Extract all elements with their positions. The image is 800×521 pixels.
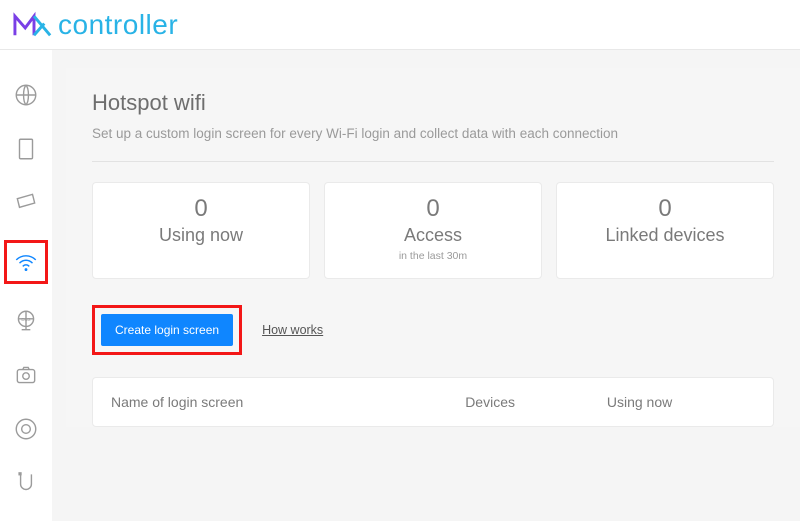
sidebar-highlight: [4, 240, 48, 284]
how-works-link[interactable]: How works: [262, 323, 323, 337]
globe-icon: [13, 82, 39, 108]
ticket-icon: [13, 190, 39, 216]
file-icon: [13, 136, 39, 162]
wifi-icon: [13, 249, 39, 275]
create-login-screen-button[interactable]: Create login screen: [101, 314, 233, 346]
stat-using-now: 0 Using now: [92, 182, 310, 279]
ubiquiti-icon: [13, 470, 39, 496]
col-name: Name of login screen: [111, 394, 465, 410]
stat-sublabel: in the last 30m: [333, 250, 533, 262]
sidebar-item-file[interactable]: [9, 132, 43, 166]
stat-label: Access: [333, 225, 533, 246]
sidebar-item-mikrotik[interactable]: [9, 412, 43, 446]
stat-linked-devices: 0 Linked devices: [556, 182, 774, 279]
camera-icon: [13, 362, 39, 388]
app-header: controller: [0, 0, 800, 50]
mikrotik-icon: [13, 416, 39, 442]
col-devices: Devices: [465, 394, 607, 410]
stat-label: Linked devices: [565, 225, 765, 246]
main-content: Hotspot wifi Set up a custom login scree…: [52, 50, 800, 521]
sidebar-item-wifi[interactable]: [9, 245, 43, 279]
page-subtitle: Set up a custom login screen for every W…: [92, 126, 774, 141]
stat-value: 0: [101, 195, 301, 223]
svg-text:DNS: DNS: [21, 317, 30, 322]
brand-logo: [12, 10, 56, 40]
actions-row: Create login screen How works: [92, 305, 774, 355]
sidebar-item-dns[interactable]: DNS: [9, 304, 43, 338]
stat-value: 0: [565, 195, 765, 223]
create-button-highlight: Create login screen: [92, 305, 242, 355]
dns-icon: DNS: [13, 308, 39, 334]
col-using-now: Using now: [607, 394, 755, 410]
sidebar-item-ticket[interactable]: [9, 186, 43, 220]
sidebar-item-camera[interactable]: [9, 358, 43, 392]
login-screens-table-header: Name of login screen Devices Using now: [92, 377, 774, 427]
divider: [92, 161, 774, 162]
brand-name: controller: [58, 9, 178, 41]
sidebar-item-globe[interactable]: [9, 78, 43, 112]
page-title: Hotspot wifi: [92, 90, 774, 116]
stats-row: 0 Using now 0 Access in the last 30m 0 L…: [92, 182, 774, 279]
stat-label: Using now: [101, 225, 301, 246]
sidebar-item-ubiquiti[interactable]: [9, 466, 43, 500]
sidebar: DNS: [0, 50, 52, 521]
stat-value: 0: [333, 195, 533, 223]
stat-access: 0 Access in the last 30m: [324, 182, 542, 279]
